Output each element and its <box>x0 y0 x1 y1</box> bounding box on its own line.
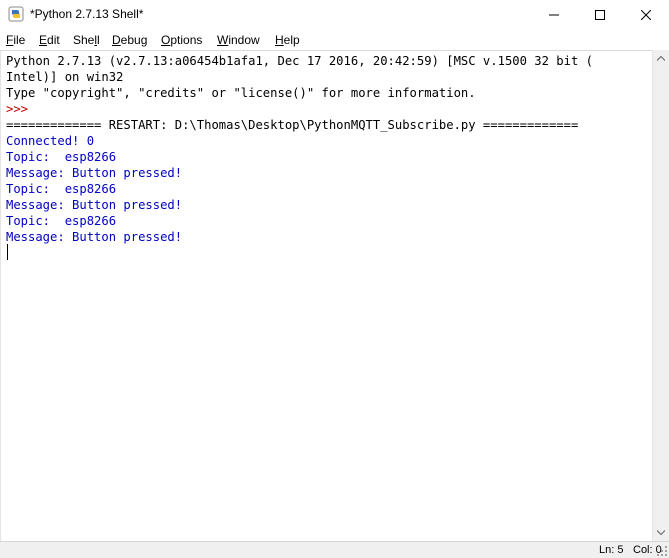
menu-window[interactable]: Window <box>217 33 260 47</box>
shell-output-line: Topic: esp8266 <box>6 214 117 228</box>
shell-output-line: Message: Button pressed! <box>6 230 183 244</box>
shell-output-line: Message: Button pressed! <box>6 166 183 180</box>
shell-output: Python 2.7.13 (v2.7.13:a06454b1afa1, Dec… <box>6 53 593 245</box>
menu-options[interactable]: Options <box>161 33 202 47</box>
status-bar: Ln: 5 Col: 0 <box>0 541 669 558</box>
shell-output-line: Connected! 0 <box>6 134 95 148</box>
line-number: Ln: 5 <box>599 544 624 556</box>
maximize-button[interactable] <box>577 0 623 30</box>
menu-debug[interactable]: Debug <box>112 33 147 47</box>
menu-file[interactable]: File <box>6 33 25 47</box>
python-icon[interactable] <box>8 6 24 22</box>
scroll-down-button[interactable] <box>653 524 669 541</box>
shell-line: Python 2.7.13 (v2.7.13:a06454b1afa1, Dec… <box>6 54 593 68</box>
shell-prompt: >>> <box>6 102 36 116</box>
shell-line: Intel)] on win32 <box>6 70 124 84</box>
minimize-icon <box>549 14 559 16</box>
restart-banner: ============= RESTART: D:\Thomas\Desktop… <box>6 118 579 132</box>
window-title: *Python 2.7.13 Shell* <box>30 7 144 21</box>
shell-text-area[interactable]: Python 2.7.13 (v2.7.13:a06454b1afa1, Dec… <box>0 50 652 541</box>
menu-help[interactable]: Help <box>275 33 300 47</box>
shell-line: Type "copyright", "credits" or "license(… <box>6 86 476 100</box>
menu-shell[interactable]: Shell <box>73 33 100 47</box>
shell-output-line: Topic: esp8266 <box>6 182 117 196</box>
scroll-up-button[interactable] <box>653 50 669 67</box>
arrow-down-icon <box>657 530 665 535</box>
resize-grip-icon[interactable] <box>656 545 668 557</box>
arrow-up-icon <box>657 56 665 61</box>
shell-output-line: Topic: esp8266 <box>6 150 117 164</box>
menu-edit[interactable]: Edit <box>39 33 60 47</box>
title-bar[interactable]: *Python 2.7.13 Shell* <box>0 0 669 30</box>
minimize-button[interactable] <box>531 0 577 30</box>
vertical-scrollbar[interactable] <box>652 50 669 541</box>
maximize-icon <box>595 10 605 20</box>
close-icon <box>641 10 651 20</box>
shell-output-line: Message: Button pressed! <box>6 198 183 212</box>
text-cursor <box>7 244 8 260</box>
menu-bar: File Edit Shell Debug Options Window Hel… <box>0 30 669 50</box>
close-button[interactable] <box>623 0 669 30</box>
